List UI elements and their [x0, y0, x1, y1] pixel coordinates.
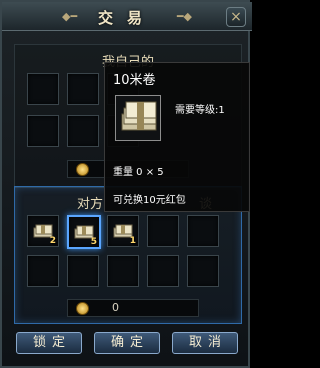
tooltip-item-name: 10米卷 — [113, 73, 156, 88]
my-item-slot[interactable] — [67, 115, 99, 147]
lock-button[interactable]: 锁定 — [16, 332, 82, 354]
other-item-slot[interactable] — [147, 215, 179, 247]
other-money-field: 0 — [67, 299, 199, 317]
other-items-label: 对方 — [77, 193, 103, 212]
title-ornament-right: ━◆ — [176, 10, 192, 23]
trade-window: ◆━ 交易 ━◆ × 我自己的 对方 谈 — [0, 0, 252, 368]
other-item-slot[interactable] — [147, 255, 179, 287]
coin-icon — [76, 163, 89, 176]
item-quantity: 2 — [49, 236, 56, 246]
other-item-slot[interactable] — [187, 215, 219, 247]
other-item-slot[interactable]: 1 — [107, 215, 139, 247]
item-tooltip: 10米卷 需要等级:1 重量 0 × 5 可兑换10元红包 — [104, 62, 250, 212]
title-bar[interactable]: ◆━ 交易 ━◆ × — [2, 2, 252, 31]
my-item-slot[interactable] — [67, 73, 99, 105]
tooltip-description: 可兑换10元红包 — [113, 195, 186, 206]
other-items-label-text: 对方 — [77, 197, 104, 212]
other-item-slot[interactable]: 2 — [27, 215, 59, 247]
tooltip-level-requirement: 需要等级:1 — [175, 105, 225, 116]
close-button[interactable]: × — [226, 7, 246, 27]
item-quantity: 5 — [90, 237, 97, 247]
other-item-slot[interactable] — [187, 255, 219, 287]
coin-icon — [76, 302, 89, 315]
my-item-slot[interactable] — [27, 115, 59, 147]
cash-bundle-icon — [121, 101, 157, 131]
item-quantity: 1 — [129, 236, 136, 246]
confirm-button[interactable]: 确定 — [94, 332, 160, 354]
other-item-slot-selected[interactable]: 5 — [67, 215, 101, 249]
tooltip-weight: 重量 0 × 5 — [113, 167, 164, 178]
window-title: 交易 — [97, 9, 156, 27]
my-item-slot[interactable] — [27, 73, 59, 105]
other-item-slot[interactable] — [67, 255, 99, 287]
cancel-button[interactable]: 取消 — [172, 332, 238, 354]
tooltip-item-icon-frame — [115, 95, 161, 141]
other-item-slot[interactable] — [107, 255, 139, 287]
other-item-slot[interactable] — [27, 255, 59, 287]
other-money-value: 0 — [112, 301, 119, 314]
